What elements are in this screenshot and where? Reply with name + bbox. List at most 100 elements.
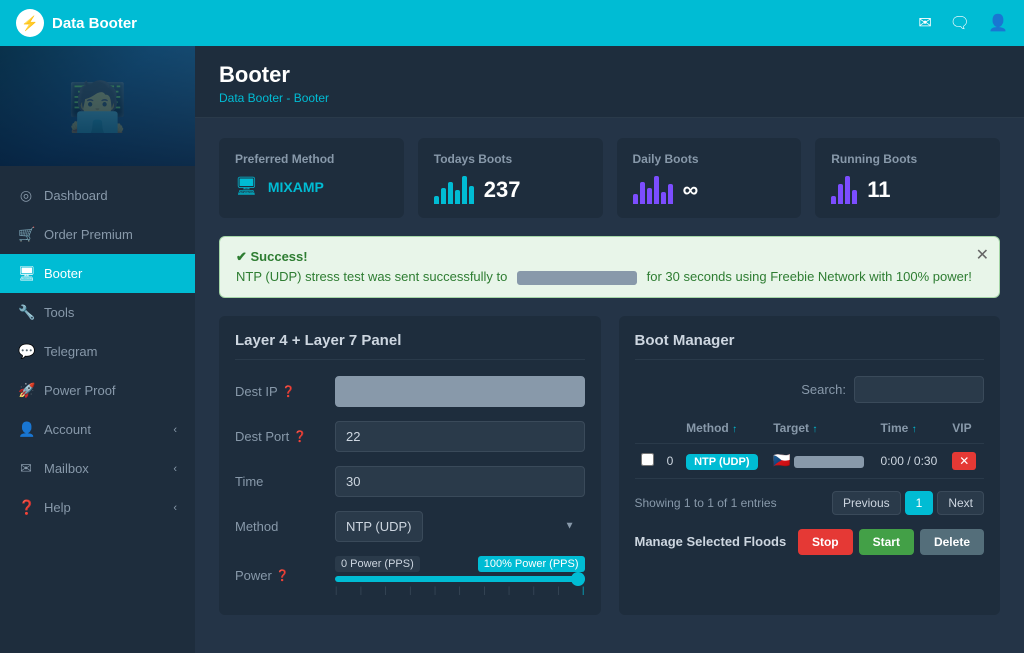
chevron-left-icon: ‹ [173, 463, 177, 475]
dest-port-input[interactable] [335, 421, 585, 452]
flag-icon: 🇨🇿 [773, 452, 790, 468]
main-content: Booter Data Booter - Booter Preferred Me… [195, 46, 1024, 653]
slider-ticks: | | | | | | | | | | | [335, 585, 585, 595]
bar [654, 176, 659, 204]
page-title: Booter [219, 62, 1000, 88]
table-row: 0 NTP (UDP) 🇨🇿 0:00 / 0:30 [635, 443, 985, 478]
dest-port-label: Dest Port ❓ [235, 429, 325, 444]
stat-value: ∞ [633, 176, 786, 204]
content-header: Booter Data Booter - Booter [195, 46, 1024, 118]
dest-port-row: Dest Port ❓ [235, 421, 585, 452]
sidebar-item-dashboard[interactable]: ◎ Dashboard [0, 176, 195, 215]
next-button[interactable]: Next [937, 491, 984, 515]
mailbox-icon: ✉ [18, 460, 34, 477]
monitor-icon: 🖥 [18, 265, 34, 282]
close-icon[interactable]: ✕ [976, 245, 989, 265]
method-badge: NTP (UDP) [686, 454, 757, 470]
prev-button[interactable]: Previous [832, 491, 901, 515]
bar [434, 196, 439, 204]
delete-button[interactable]: Delete [920, 529, 984, 555]
mail-icon[interactable]: ✉ [918, 13, 931, 33]
chat-icon[interactable]: 🗨 [950, 13, 970, 33]
nav-icons: ✉ 🗨 👤 [918, 13, 1008, 33]
stats-row: Preferred Method 🖥 MIXAMP Todays Boots [219, 138, 1000, 218]
boot-manager-panel: Boot Manager Search: Method [619, 316, 1001, 615]
row-method: NTP (UDP) [680, 443, 767, 478]
stat-number: ∞ [683, 177, 699, 203]
method-select-wrapper: NTP (UDP) HTTP HTTPS ▼ [335, 511, 585, 542]
hero-image: 🧑‍💻 [0, 46, 195, 166]
sidebar-item-label: Account [44, 422, 91, 437]
user-icon[interactable]: 👤 [988, 13, 1008, 33]
start-button[interactable]: Start [859, 529, 914, 555]
boot-table: Method ↑ Target ↑ Time ↑ [635, 413, 985, 479]
search-label: Search: [801, 382, 846, 397]
stat-label: Running Boots [831, 152, 984, 166]
time-input[interactable] [335, 466, 585, 497]
bar [462, 176, 467, 204]
sidebar-item-booter[interactable]: 🖥 Booter [0, 254, 195, 293]
sidebar-item-power-proof[interactable]: 🚀 Power Proof [0, 371, 195, 410]
bar [640, 182, 645, 204]
redacted-ip [517, 271, 637, 285]
alert-message: NTP (UDP) stress test was sent successfu… [236, 269, 983, 285]
stat-label: Preferred Method [235, 152, 388, 166]
bar [661, 192, 666, 204]
row-delete-button[interactable]: ✕ [952, 452, 976, 470]
manage-buttons: Stop Start Delete [798, 529, 984, 555]
stat-number: 11 [867, 177, 890, 203]
stat-value: 237 [434, 176, 587, 204]
chevron-left-icon: ‹ [173, 502, 177, 514]
sidebar-item-label: Order Premium [44, 227, 133, 242]
app-logo: ⚡ Data Booter [16, 9, 137, 37]
sort-arrow-icon: ↑ [812, 424, 817, 435]
bar [647, 188, 652, 204]
time-row: Time [235, 466, 585, 497]
dest-ip-label: Dest IP ❓ [235, 384, 325, 399]
pagination-row: Showing 1 to 1 of 1 entries Previous 1 N… [635, 491, 985, 515]
row-checkbox[interactable] [641, 453, 654, 466]
power-slider-container: 0 Power (PPS) 100% Power (PPS) | | [335, 556, 585, 595]
manage-row: Manage Selected Floods Stop Start Delete [635, 529, 985, 555]
stat-value: 🖥 MIXAMP [235, 176, 388, 197]
power-label: Power ❓ [235, 568, 325, 583]
th-num [661, 413, 681, 444]
monitor-stat-icon: 🖥 [235, 176, 258, 197]
logo-icon: ⚡ [16, 9, 44, 37]
help-icon: ❓ [293, 430, 307, 443]
stop-button[interactable]: Stop [798, 529, 853, 555]
method-select[interactable]: NTP (UDP) HTTP HTTPS [335, 511, 423, 542]
sidebar-item-mailbox[interactable]: ✉ Mailbox ‹ [0, 449, 195, 488]
th-time: Time ↑ [875, 413, 947, 444]
dest-ip-row: Dest IP ❓ [235, 376, 585, 407]
dashboard-icon: ◎ [18, 187, 34, 204]
row-num: 0 [661, 443, 681, 478]
dest-ip-input[interactable] [335, 376, 585, 407]
bar [469, 186, 474, 204]
search-input[interactable] [854, 376, 984, 403]
layer-panel: Layer 4 + Layer 7 Panel Dest IP ❓ Dest P… [219, 316, 601, 615]
sidebar-nav: ◎ Dashboard 🛒 Order Premium 🖥 Booter 🔧 T… [0, 166, 195, 653]
sidebar-item-account[interactable]: 👤 Account ‹ [0, 410, 195, 449]
stat-card-todays-boots: Todays Boots 237 [418, 138, 603, 218]
target-redacted [794, 456, 864, 468]
panels-row: Layer 4 + Layer 7 Panel Dest IP ❓ Dest P… [219, 316, 1000, 615]
bar [448, 182, 453, 204]
sidebar-item-order-premium[interactable]: 🛒 Order Premium [0, 215, 195, 254]
stat-value: 11 [831, 176, 984, 204]
sidebar-item-help[interactable]: ❓ Help ‹ [0, 488, 195, 527]
help-icon: ❓ [282, 385, 296, 398]
page-1-button[interactable]: 1 [905, 491, 934, 515]
help-icon: ❓ [18, 499, 34, 516]
sidebar-item-label: Booter [44, 266, 82, 281]
slider-thumb[interactable] [571, 572, 585, 586]
sidebar-item-telegram[interactable]: 💬 Telegram [0, 332, 195, 371]
panel-title: Layer 4 + Layer 7 Panel [235, 332, 585, 360]
th-vip: VIP [946, 413, 984, 444]
bar [831, 196, 836, 204]
stat-card-preferred-method: Preferred Method 🖥 MIXAMP [219, 138, 404, 218]
time-label: Time [235, 474, 325, 489]
sidebar-item-tools[interactable]: 🔧 Tools [0, 293, 195, 332]
tools-icon: 🔧 [18, 304, 34, 321]
chevron-left-icon: ‹ [173, 424, 177, 436]
